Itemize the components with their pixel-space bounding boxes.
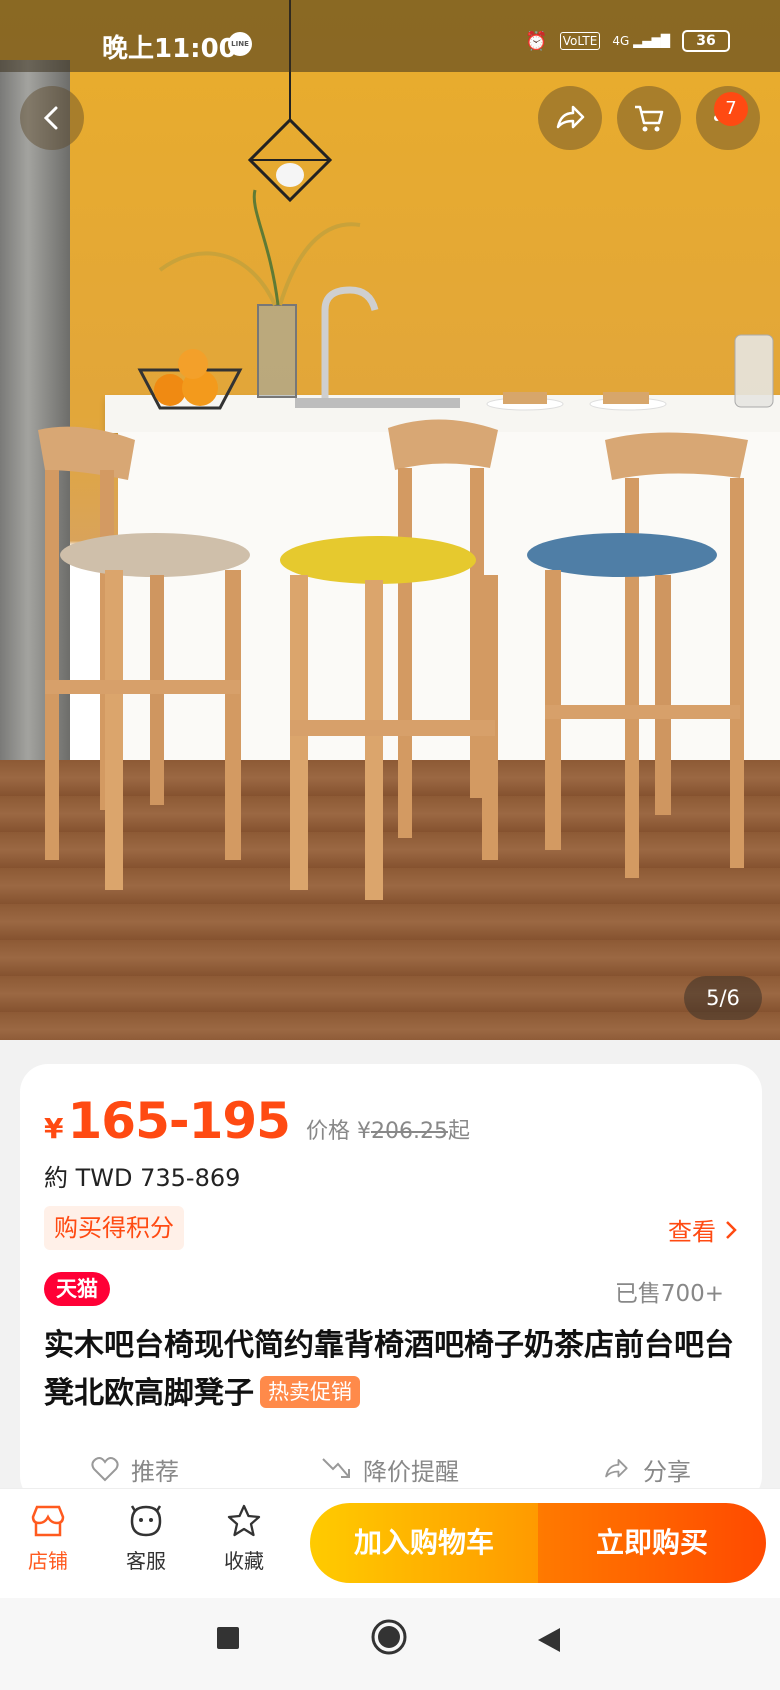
product-image-gallery[interactable]: 5/6 (0, 0, 780, 1040)
hot-sale-tag: 热卖促销 (260, 1376, 360, 1408)
stool-beige (38, 426, 250, 890)
product-info-card: ¥ 165-195 价格 ¥ 206.25 起 約 TWD 735-869 购买… (20, 1064, 762, 1504)
network-type: 4G (612, 34, 630, 48)
recent-apps-button[interactable] (216, 1626, 240, 1650)
share-label: 分享 (643, 1457, 691, 1486)
status-time: 晚上11:00 (102, 34, 237, 64)
converted-price: 約 TWD 735-869 (44, 1164, 241, 1192)
home-button[interactable] (370, 1618, 408, 1656)
buy-now-button[interactable]: 立即购买 (538, 1503, 766, 1583)
original-price-suffix: 起 (447, 1119, 470, 1144)
stool-blue (527, 432, 748, 878)
chevron-left-icon (43, 106, 58, 130)
store-tab[interactable]: 店铺 (8, 1503, 88, 1574)
system-nav-bar (0, 1598, 780, 1690)
points-tag: 购买得积分 (44, 1206, 184, 1250)
shopping-cart-icon (635, 105, 664, 132)
currency-symbol: ¥ (44, 1112, 64, 1145)
original-price-label: 价格 ¥ (305, 1119, 371, 1144)
original-price: 206.25 (370, 1119, 448, 1144)
favorite-label: 收藏 (224, 1549, 264, 1573)
share-icon (605, 1459, 628, 1478)
share-arrow-icon (556, 105, 585, 129)
stool-yellow (280, 419, 498, 900)
price-alert-button[interactable]: 降价提醒 (321, 1452, 459, 1487)
recommend-button[interactable]: 推荐 (91, 1452, 179, 1487)
price-row: ¥ 165-195 价格 ¥ 206.25 起 (44, 1092, 470, 1150)
view-link-label: 查看 (668, 1218, 716, 1246)
status-icons: ⏰ VoLTE 4G ▂▄▆█ 36 (525, 30, 730, 52)
product-title-text: 实木吧台椅现代简约靠背椅酒吧椅子奶茶店前台吧台凳北欧高脚凳子 (44, 1328, 734, 1411)
price-drop-icon (322, 1458, 350, 1478)
product-title: 实木吧台椅现代简约靠背椅酒吧椅子奶茶店前台吧台凳北欧高脚凳子 热卖促销 (44, 1322, 734, 1418)
price-alert-label: 降价提醒 (363, 1457, 459, 1486)
service-face-icon (130, 1505, 162, 1537)
service-label: 客服 (126, 1549, 166, 1573)
product-actions: 推荐 降价提醒 分享 (20, 1444, 762, 1494)
back-nav-button[interactable] (536, 1626, 562, 1654)
star-icon (227, 1504, 261, 1537)
recommend-label: 推荐 (131, 1457, 179, 1486)
cart-count-badge: 7 (714, 92, 748, 126)
share-button[interactable] (538, 86, 602, 150)
store-label: 店铺 (28, 1549, 68, 1573)
line-app-icon: LINE (228, 32, 252, 56)
alarm-icon: ⏰ (525, 30, 548, 52)
share-action-button[interactable]: 分享 (601, 1452, 691, 1487)
status-bar: 晚上11:00 LINE ⏰ VoLTE 4G ▂▄▆█ 36 (0, 0, 780, 72)
price-range: 165-195 (67, 1092, 290, 1150)
cart-button[interactable] (617, 86, 681, 150)
volte-icon: VoLTE (559, 32, 601, 50)
sold-count: 已售700+ (614, 1281, 724, 1307)
heart-icon (91, 1457, 119, 1482)
view-points-link[interactable]: 查看 (668, 1212, 738, 1247)
customer-service-tab[interactable]: 客服 (106, 1503, 186, 1574)
gallery-page-indicator: 5/6 (684, 976, 762, 1020)
favorite-tab[interactable]: 收藏 (204, 1503, 284, 1574)
chevron-right-icon (726, 1220, 737, 1239)
product-photo-illustration (38, 0, 774, 900)
signal-icon: 4G ▂▄▆█ (612, 34, 670, 48)
add-to-cart-button[interactable]: 加入购物车 (310, 1503, 538, 1583)
bottom-action-bar: 店铺 客服 收藏 加入购物车 立即购买 (0, 1488, 780, 1598)
back-button[interactable] (20, 86, 84, 150)
tmall-badge: 天猫 (44, 1272, 110, 1306)
store-icon (31, 1505, 65, 1537)
battery-indicator: 36 (682, 30, 730, 52)
